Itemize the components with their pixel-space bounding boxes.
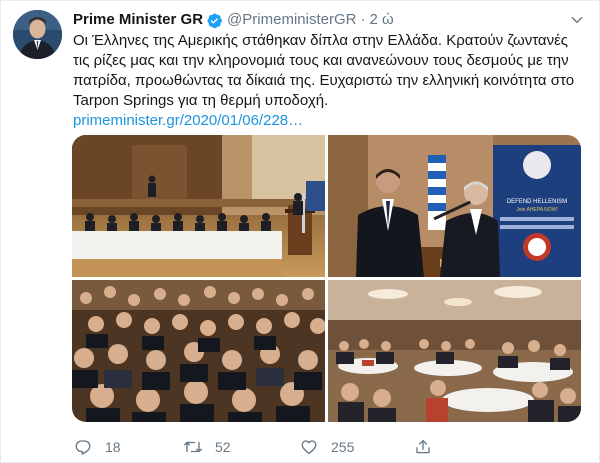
tweet-text: Οι Έλληνες της Αμερικής στάθηκαν δίπλα σ… [73, 31, 587, 131]
retweet-icon [183, 437, 203, 457]
like-count: 255 [331, 439, 355, 455]
reply-icon [73, 437, 93, 457]
photo-speech-podium[interactable]: DEFEND HELLENISM Join AHEPA NOW! [328, 135, 581, 277]
share-icon [413, 437, 433, 457]
caret-down-icon[interactable] [567, 10, 587, 30]
tweet-card[interactable]: Prime Minister GR @PrimeministerGR · 2 ώ… [0, 0, 600, 463]
avatar[interactable] [13, 10, 62, 59]
header-separator: · [360, 11, 366, 28]
photo-banquet-hall[interactable] [328, 280, 581, 422]
retweet-button[interactable]: 52 [183, 437, 231, 457]
share-button[interactable] [413, 437, 433, 457]
author-name[interactable]: Prime Minister GR [73, 10, 203, 30]
photo-conference-hall[interactable] [72, 135, 325, 277]
photo-crowd[interactable] [72, 280, 325, 422]
tweet-body: Οι Έλληνες της Αμερικής στάθηκαν δίπλα σ… [73, 32, 575, 109]
banner-title: DEFEND HELLENISM [507, 199, 567, 205]
author-handle[interactable]: @PrimeministerGR [227, 10, 356, 30]
tweet-header: Prime Minister GR @PrimeministerGR · 2 ώ [73, 10, 394, 30]
reply-count: 18 [105, 439, 121, 455]
banner-subtitle: Join AHEPA NOW! [516, 207, 558, 213]
tweet-timestamp[interactable]: 2 ώ [369, 10, 393, 30]
tweet-actions: 18 52 255 [73, 435, 503, 459]
verified-badge-icon [206, 12, 223, 29]
like-icon [299, 437, 319, 457]
tweet-link[interactable]: primeminister.gr/2020/01/06/228… [73, 111, 587, 131]
like-button[interactable]: 255 [299, 437, 354, 457]
media-grid: DEFEND HELLENISM Join AHEPA NOW! [72, 135, 581, 422]
reply-button[interactable]: 18 [73, 437, 121, 457]
retweet-count: 52 [215, 439, 231, 455]
